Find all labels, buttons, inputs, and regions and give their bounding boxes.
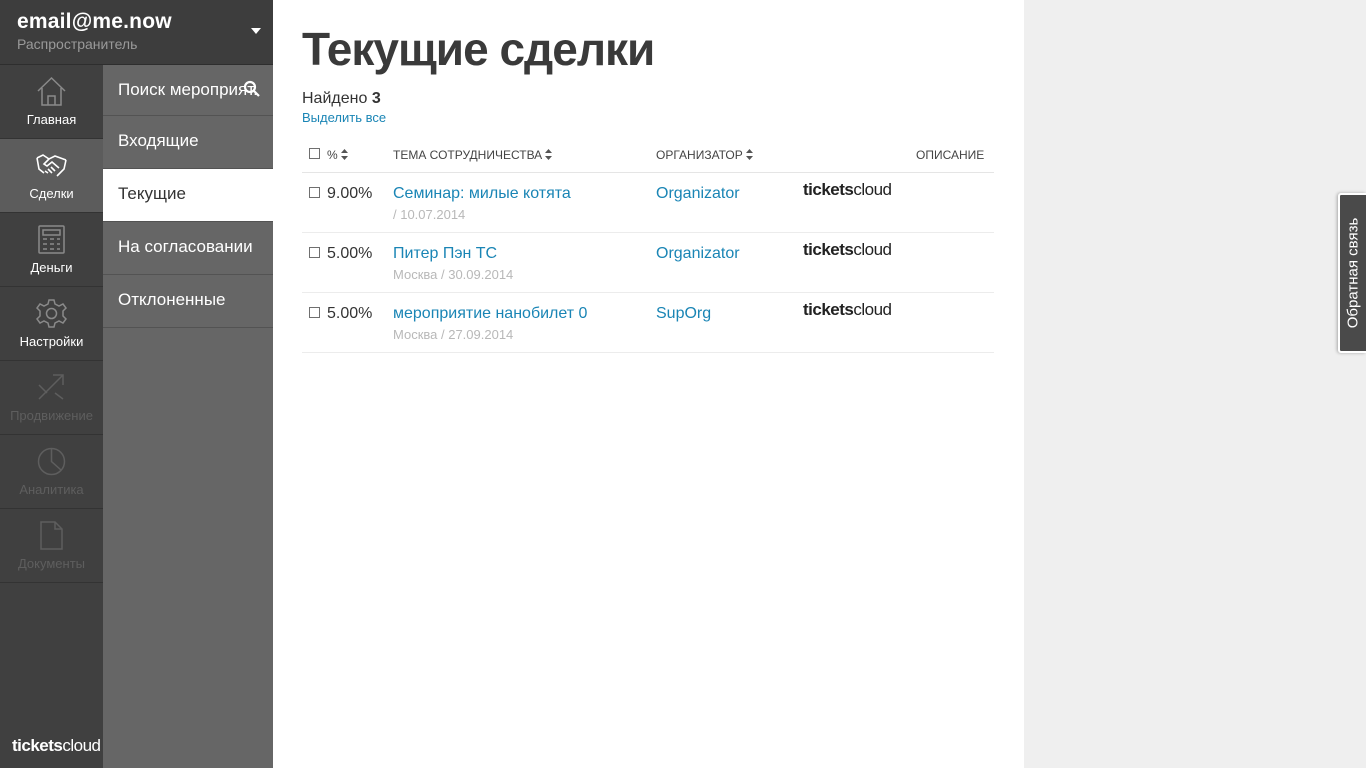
row-checkbox[interactable] (309, 247, 320, 258)
pie-chart-icon (37, 447, 66, 476)
deals-subnav: Поиск мероприят. Входящие Текущие На сог… (103, 65, 273, 768)
sort-icon (340, 149, 348, 160)
deal-title-link[interactable]: Семинар: милые котята (393, 185, 571, 203)
row-checkbox[interactable] (309, 187, 320, 198)
deal-percent: 5.00% (327, 305, 373, 322)
deal-title-link[interactable]: мероприятие нанобилет 0 (393, 305, 587, 323)
column-header-description: ОПИСАНИЕ (916, 148, 985, 162)
column-header-organizer[interactable]: ОРГАНИЗАТОР (656, 148, 753, 162)
sort-icon (745, 149, 753, 160)
deal-location-date: Москва / 27.09.2014 (393, 327, 514, 342)
calculator-icon (38, 225, 65, 254)
table-header: % ТЕМА СОТРУДНИЧЕСТВА ОРГАНИЗАТОР ОПИСАН… (302, 138, 994, 173)
nav-item-settings[interactable]: Настройки (0, 287, 103, 361)
arrows-icon (38, 374, 64, 400)
deal-location-date: Москва / 30.09.2014 (393, 267, 514, 282)
organizer-link[interactable]: Organizator (656, 185, 740, 203)
deal-percent: 5.00% (327, 245, 373, 262)
ticketscloud-logo: ticketscloud (12, 736, 101, 755)
column-header-percent[interactable]: % (327, 148, 348, 162)
nav-item-documents: Документы (0, 509, 103, 583)
event-search-label: Поиск мероприят. (118, 80, 258, 99)
handshake-icon (36, 154, 67, 177)
found-number: 3 (371, 90, 381, 107)
nav-item-label: Документы (17, 556, 85, 571)
deal-percent: 9.00% (327, 185, 373, 202)
table-row[interactable]: 5.00% Питер Пэн ТС Москва / 30.09.2014 O… (302, 233, 994, 293)
table-row[interactable]: 9.00% Семинар: милые котята / 10.07.2014… (302, 173, 994, 233)
ticketscloud-logo: ticketscloud (803, 180, 892, 199)
account-email: email@me.now (17, 10, 172, 33)
nav-item-home[interactable]: Главная (0, 65, 103, 139)
main-nav-rail: Главная Сделки Деньги Настройки Продвиже… (0, 65, 103, 768)
nav-item-label: Деньги (30, 260, 73, 275)
subnav-item-pending[interactable]: На согласовании (103, 222, 273, 275)
feedback-tab[interactable]: Обратная связь (1338, 193, 1366, 353)
document-icon (40, 521, 63, 550)
nav-item-label: Главная (26, 112, 77, 127)
subnav-item-rejected[interactable]: Отклоненные (103, 275, 273, 328)
nav-item-label: Настройки (19, 334, 84, 349)
main-content: Текущие сделки Найдено 3 Выделить все % … (273, 0, 1024, 768)
sort-icon (545, 149, 553, 160)
event-search-field[interactable]: Поиск мероприят. (103, 65, 273, 116)
chevron-down-icon[interactable] (251, 28, 261, 34)
organizer-link[interactable]: SupOrg (656, 305, 711, 323)
search-icon[interactable] (243, 80, 261, 98)
account-header[interactable]: email@me.now Распространитель (0, 0, 273, 65)
select-all-checkbox[interactable] (309, 148, 320, 159)
subnav-item-current[interactable]: Текущие (103, 169, 273, 222)
gear-icon (36, 299, 67, 328)
organizer-link[interactable]: Organizator (656, 245, 740, 263)
deals-table: % ТЕМА СОТРУДНИЧЕСТВА ОРГАНИЗАТОР ОПИСАН… (302, 138, 994, 353)
nav-item-promotion: Продвижение (0, 361, 103, 435)
table-row[interactable]: 5.00% мероприятие нанобилет 0 Москва / 2… (302, 293, 994, 353)
nav-item-label: Сделки (29, 186, 74, 201)
account-role: Распространитель (17, 36, 138, 52)
subnav-item-incoming[interactable]: Входящие (103, 116, 273, 169)
nav-item-money[interactable]: Деньги (0, 213, 103, 287)
deal-location-date: / 10.07.2014 (393, 207, 466, 222)
page-title: Текущие сделки (302, 23, 655, 75)
nav-item-analytics: Аналитика (0, 435, 103, 509)
row-checkbox[interactable] (309, 307, 320, 318)
ticketscloud-logo: ticketscloud (803, 300, 892, 319)
ticketscloud-logo: ticketscloud (803, 240, 892, 259)
deal-title-link[interactable]: Питер Пэн ТС (393, 245, 497, 263)
nav-item-deals[interactable]: Сделки (0, 139, 103, 213)
select-all-link[interactable]: Выделить все (302, 110, 386, 125)
home-icon (37, 76, 66, 106)
found-count: Найдено 3 (302, 90, 381, 108)
column-header-topic[interactable]: ТЕМА СОТРУДНИЧЕСТВА (393, 148, 553, 162)
found-label: Найдено (302, 90, 368, 107)
feedback-label: Обратная связь (1344, 217, 1362, 329)
nav-item-label: Аналитика (19, 482, 84, 497)
nav-item-label: Продвижение (10, 408, 93, 423)
